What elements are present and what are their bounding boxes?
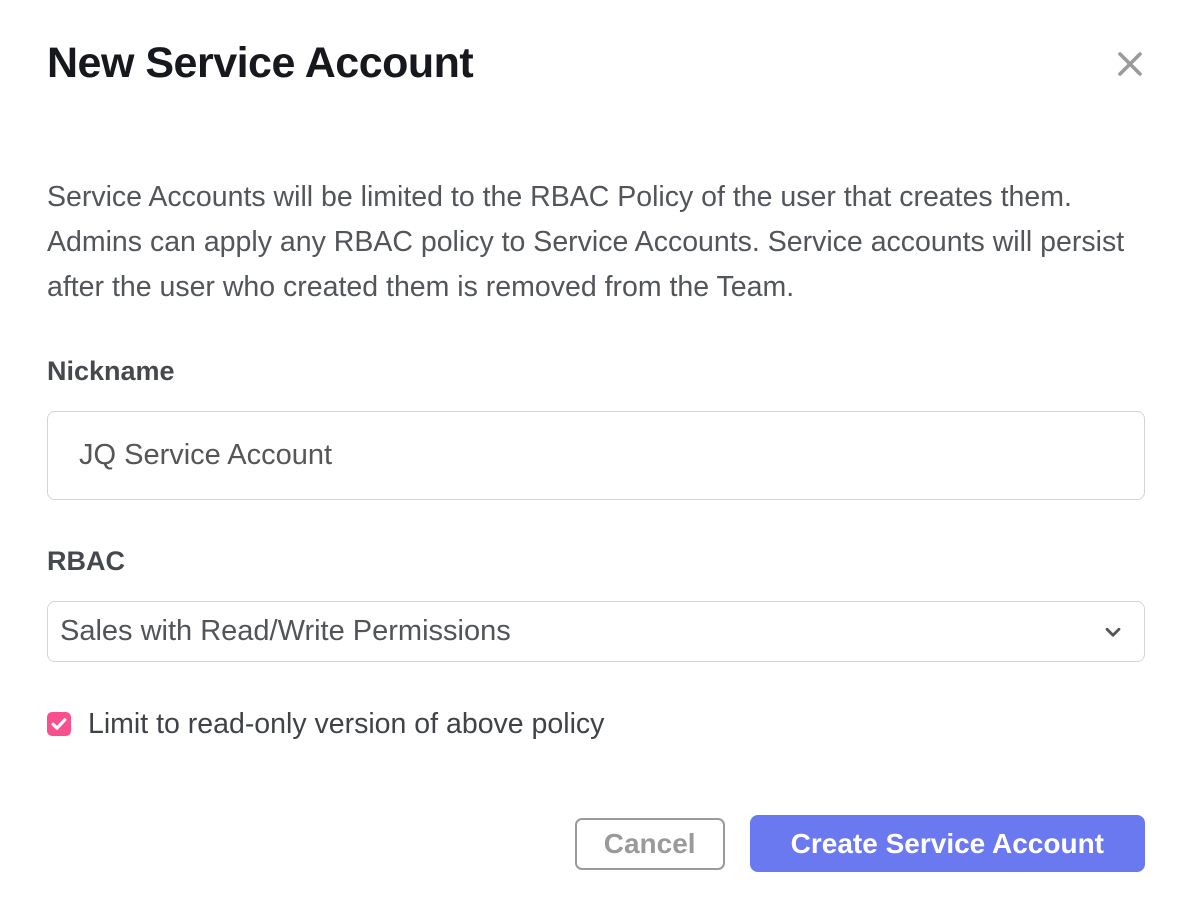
- new-service-account-modal: New Service Account Service Accounts wil…: [0, 0, 1190, 904]
- readonly-checkbox[interactable]: [47, 712, 71, 736]
- close-button[interactable]: [1108, 44, 1152, 84]
- modal-footer: Cancel Create Service Account: [575, 815, 1145, 872]
- checkmark-icon: [50, 715, 68, 733]
- rbac-select[interactable]: Sales with Read/Write Permissions: [47, 601, 1145, 662]
- cancel-button[interactable]: Cancel: [575, 818, 725, 870]
- modal-description: Service Accounts will be limited to the …: [47, 175, 1145, 310]
- chevron-down-icon: [1100, 619, 1126, 645]
- readonly-checkbox-label: Limit to read-only version of above poli…: [88, 709, 604, 739]
- nickname-input[interactable]: [47, 411, 1145, 500]
- close-icon: [1115, 49, 1145, 79]
- readonly-checkbox-row[interactable]: Limit to read-only version of above poli…: [47, 709, 604, 739]
- create-service-account-button[interactable]: Create Service Account: [750, 815, 1145, 872]
- rbac-select-value: Sales with Read/Write Permissions: [60, 615, 1100, 648]
- modal-title: New Service Account: [47, 0, 1145, 87]
- rbac-label: RBAC: [47, 546, 1145, 576]
- nickname-label: Nickname: [47, 356, 1145, 386]
